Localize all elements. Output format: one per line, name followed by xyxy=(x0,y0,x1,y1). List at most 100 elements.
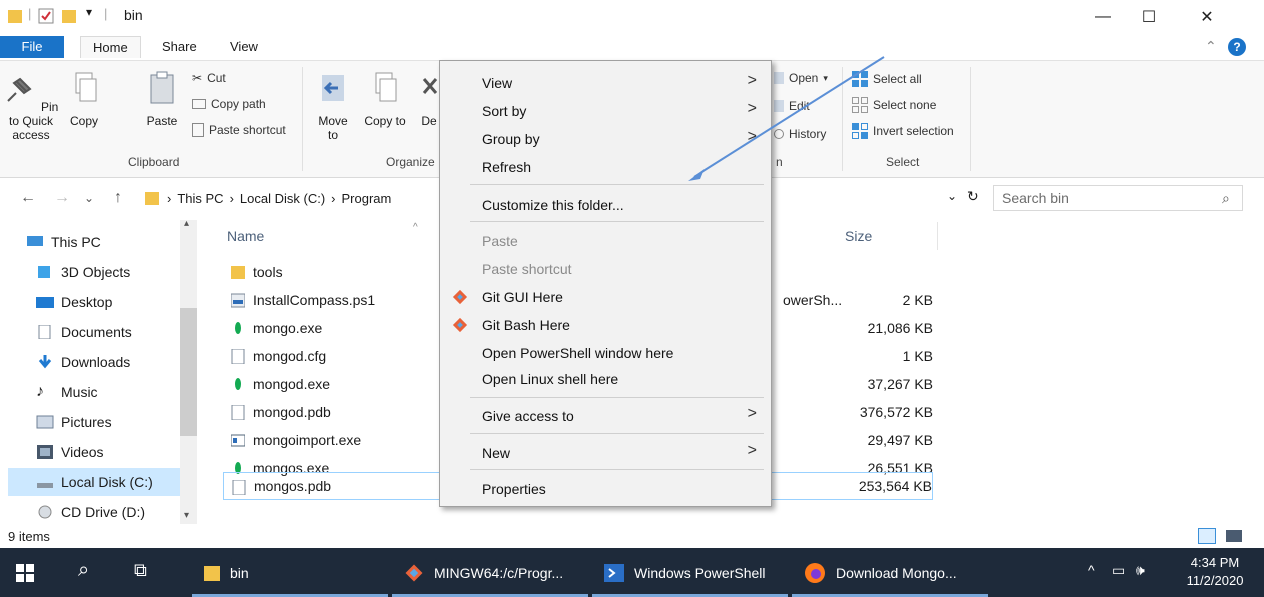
menu-item-open-powershell[interactable]: Open PowerShell window here xyxy=(440,339,771,366)
copy-path-button[interactable]: Copy path xyxy=(192,97,266,111)
nav-item-videos[interactable]: Videos xyxy=(20,438,180,466)
menu-item-open-linux-shell[interactable]: Open Linux shell here xyxy=(440,365,771,392)
delete-button[interactable]: De xyxy=(418,69,440,128)
task-view-icon[interactable]: ⧉ xyxy=(134,560,147,581)
name-column-header[interactable]: Name xyxy=(227,228,264,244)
menu-item-label: Paste shortcut xyxy=(482,260,572,277)
taskbar-app-firefox[interactable]: Download Mongo... xyxy=(792,548,988,597)
leaf-icon xyxy=(235,322,241,334)
delete-icon xyxy=(422,78,438,94)
nav-item-pictures[interactable]: Pictures xyxy=(20,408,180,436)
desktop-icon xyxy=(36,297,54,308)
folder-icon xyxy=(231,266,245,279)
collapse-ribbon-icon[interactable]: ⌃ xyxy=(1205,38,1217,55)
taskbar-app-powershell[interactable]: Windows PowerShell xyxy=(592,548,788,597)
minimize-button[interactable]: — xyxy=(1080,0,1126,34)
title-separator: | xyxy=(28,6,32,21)
nav-item-3d-objects[interactable]: 3D Objects xyxy=(20,258,180,286)
taskbar-app-label: Windows PowerShell xyxy=(634,564,766,581)
copy-to-icon xyxy=(375,72,397,102)
large-icons-view-icon[interactable] xyxy=(1226,530,1242,542)
leaf-icon xyxy=(235,378,241,390)
move-to-button[interactable]: Move to xyxy=(312,69,354,142)
navigation-scroll-thumb[interactable] xyxy=(180,308,197,436)
nav-item-documents[interactable]: Documents xyxy=(20,318,180,346)
folder-icon xyxy=(204,565,220,581)
nav-item-downloads[interactable]: Downloads xyxy=(20,348,180,376)
show-hidden-icons-icon[interactable]: ^ xyxy=(1088,562,1095,578)
nav-item-local-disk[interactable]: Local Disk (C:) xyxy=(8,468,180,496)
forward-arrow-icon[interactable]: → xyxy=(54,189,70,207)
menu-item-give-access[interactable]: Give access to > xyxy=(440,402,771,429)
navigation-pane: This PC 3D Objects Desktop Documents Dow… xyxy=(0,216,215,526)
scroll-down-icon[interactable]: ▾ xyxy=(184,510,189,521)
script-icon xyxy=(231,293,245,308)
music-icon: ♪ xyxy=(36,383,44,400)
nav-item-this-pc[interactable]: This PC xyxy=(10,228,170,256)
properties-check-icon[interactable] xyxy=(38,8,54,24)
search-input[interactable]: Search bin xyxy=(993,185,1243,211)
maximize-button[interactable]: ☐ xyxy=(1126,0,1172,34)
tab-file[interactable]: File xyxy=(0,36,64,58)
scroll-up-icon[interactable]: ▴ xyxy=(184,218,189,229)
menu-item-paste[interactable]: Paste xyxy=(440,227,771,254)
file-size: 376,572 KB xyxy=(859,404,933,420)
nav-item-label: Documents xyxy=(61,324,132,340)
clock[interactable]: 4:34 PM 11/2/2020 xyxy=(1170,554,1260,590)
tab-share[interactable]: Share xyxy=(150,36,209,58)
paste-shortcut-button[interactable]: Paste shortcut xyxy=(192,123,286,137)
address-history-icon[interactable]: ⌄ xyxy=(947,189,957,203)
size-column-header[interactable]: Size xyxy=(845,228,872,244)
search-icon: ⌕ xyxy=(1222,190,1230,206)
nav-item-music[interactable]: ♪ Music xyxy=(20,378,180,406)
copy-path-label: Copy path xyxy=(211,97,266,111)
windows-start-icon[interactable] xyxy=(16,564,34,582)
annotation-arrow xyxy=(688,56,885,181)
nav-item-cd-drive[interactable]: CD Drive (D:) xyxy=(20,498,180,526)
paste-button[interactable]: Paste xyxy=(142,69,182,128)
taskbar-app-mingw[interactable]: MINGW64:/c/Progr... xyxy=(392,548,588,597)
customize-quick-access-icon[interactable]: ▾ xyxy=(86,5,92,19)
new-folder-icon[interactable] xyxy=(62,8,76,24)
search-icon[interactable]: ⌕ xyxy=(78,559,89,582)
details-view-icon[interactable] xyxy=(1198,528,1216,544)
menu-item-customize-folder[interactable]: Customize this folder... xyxy=(440,191,771,218)
menu-item-label: Open Linux shell here xyxy=(482,370,619,387)
copy-to-button[interactable]: Copy to xyxy=(364,69,406,128)
menu-item-git-gui[interactable]: Git GUI Here xyxy=(440,283,771,310)
back-arrow-icon[interactable]: ← xyxy=(20,189,36,207)
nav-item-desktop[interactable]: Desktop xyxy=(20,288,180,316)
app-icon xyxy=(231,434,245,447)
menu-item-git-bash[interactable]: Git Bash Here xyxy=(440,311,771,338)
breadcrumb-this-pc[interactable]: This PC xyxy=(177,191,223,206)
paste-shortcut-label: Paste shortcut xyxy=(209,123,286,137)
refresh-icon[interactable]: ↻ xyxy=(967,188,979,205)
cut-button[interactable]: ✂ Cut xyxy=(192,71,226,85)
volume-icon[interactable]: 🕪 xyxy=(1136,562,1145,579)
copy-to-label: Copy to xyxy=(364,114,406,128)
window-title: bin xyxy=(124,7,143,23)
menu-item-paste-shortcut[interactable]: Paste shortcut xyxy=(440,255,771,282)
up-arrow-icon[interactable]: ↑ xyxy=(114,189,122,207)
menu-item-new[interactable]: New > xyxy=(440,439,771,466)
pin-to-quick-access-button[interactable]: Pin to Quick access xyxy=(0,69,62,142)
copy-button[interactable]: Copy xyxy=(64,69,104,128)
menu-item-properties[interactable]: Properties xyxy=(440,475,771,502)
organize-group-label: Organize xyxy=(386,155,435,169)
breadcrumb-program[interactable]: Program xyxy=(342,191,392,206)
clock-time: 4:34 PM xyxy=(1190,555,1240,570)
tab-home[interactable]: Home xyxy=(80,36,141,58)
taskbar-app-explorer[interactable]: bin xyxy=(192,548,388,597)
taskbar-app-label: Download Mongo... xyxy=(836,564,957,581)
breadcrumb-chevron-icon: › xyxy=(331,190,336,206)
nav-item-label: This PC xyxy=(51,234,101,250)
menu-item-label: Properties xyxy=(482,480,546,497)
ribbon-separator xyxy=(302,67,303,171)
close-button[interactable]: ✕ xyxy=(1172,0,1242,34)
recent-locations-icon[interactable]: ⌄ xyxy=(84,191,94,205)
menu-separator xyxy=(470,469,764,470)
breadcrumb-local-disk[interactable]: Local Disk (C:) xyxy=(240,191,325,206)
network-icon[interactable]: ▭ xyxy=(1112,562,1125,579)
help-icon[interactable]: ? xyxy=(1228,38,1246,56)
tab-view[interactable]: View xyxy=(218,36,270,58)
